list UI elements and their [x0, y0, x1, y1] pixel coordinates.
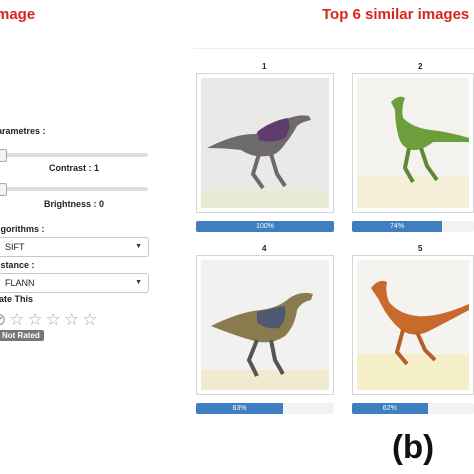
result-thumbnail-2[interactable] [352, 73, 474, 213]
rate-label: ate This [0, 294, 34, 304]
contrast-slider-handle[interactable] [0, 149, 7, 162]
star-icon[interactable]: ☆ [28, 311, 43, 328]
similarity-bar-fill: 63% [196, 403, 283, 414]
distance-label: istance : [0, 260, 35, 270]
result-thumbnail-1[interactable] [196, 73, 334, 213]
similarity-bar-4: 63% [196, 403, 334, 414]
similarity-bar-2: 74% [352, 221, 474, 232]
similarity-bar-fill: 62% [352, 403, 428, 414]
similarity-bar-1: 100% [196, 221, 334, 232]
parameters-label: arametres : [0, 126, 46, 136]
star-rating[interactable]: ⊘ ☆ ☆ ☆ ☆ ☆ [0, 311, 98, 328]
star-icon[interactable]: ☆ [82, 311, 97, 328]
result-thumbnail-4[interactable] [196, 255, 334, 395]
algorithms-label: lgorithms : [0, 224, 45, 234]
star-icon[interactable]: ☆ [64, 311, 79, 328]
query-image-title: mage [0, 6, 36, 23]
dinosaur-image [201, 78, 329, 208]
dinosaur-image [357, 260, 469, 390]
brightness-label: Brightness : 0 [44, 199, 105, 209]
star-icon[interactable]: ☆ [9, 311, 24, 328]
distance-select[interactable]: FLANN ▼ [0, 273, 149, 293]
chevron-down-icon: ▼ [135, 279, 142, 286]
similarity-bar-fill: 74% [352, 221, 443, 232]
clear-rating-icon[interactable]: ⊘ [0, 311, 6, 328]
figure-label: (b) [392, 428, 435, 465]
brightness-slider[interactable] [0, 183, 148, 196]
chevron-down-icon: ▼ [135, 243, 142, 250]
dinosaur-image [357, 78, 469, 208]
star-icon[interactable]: ☆ [46, 311, 61, 328]
result-rank-2: 2 [418, 62, 423, 71]
rating-status-badge: Not Rated [0, 330, 44, 341]
results-title: Top 6 similar images [322, 6, 470, 23]
results-divider [193, 48, 474, 49]
similarity-bar-fill: 100% [196, 221, 334, 232]
result-rank-5: 5 [418, 244, 423, 253]
brightness-slider-handle[interactable] [0, 183, 7, 196]
contrast-label-text: Contrast : 1 [49, 163, 100, 173]
dinosaur-image [201, 260, 329, 390]
result-rank-1: 1 [262, 62, 267, 71]
result-rank-4: 4 [262, 244, 267, 253]
algorithm-select-value: SIFT [5, 242, 25, 252]
distance-select-value: FLANN [5, 278, 35, 288]
similarity-bar-5: 62% [352, 403, 474, 414]
contrast-label: Contrast : 1 [49, 163, 99, 173]
result-thumbnail-5[interactable] [352, 255, 474, 395]
algorithm-select[interactable]: SIFT ▼ [0, 237, 149, 257]
contrast-slider[interactable] [0, 149, 148, 162]
